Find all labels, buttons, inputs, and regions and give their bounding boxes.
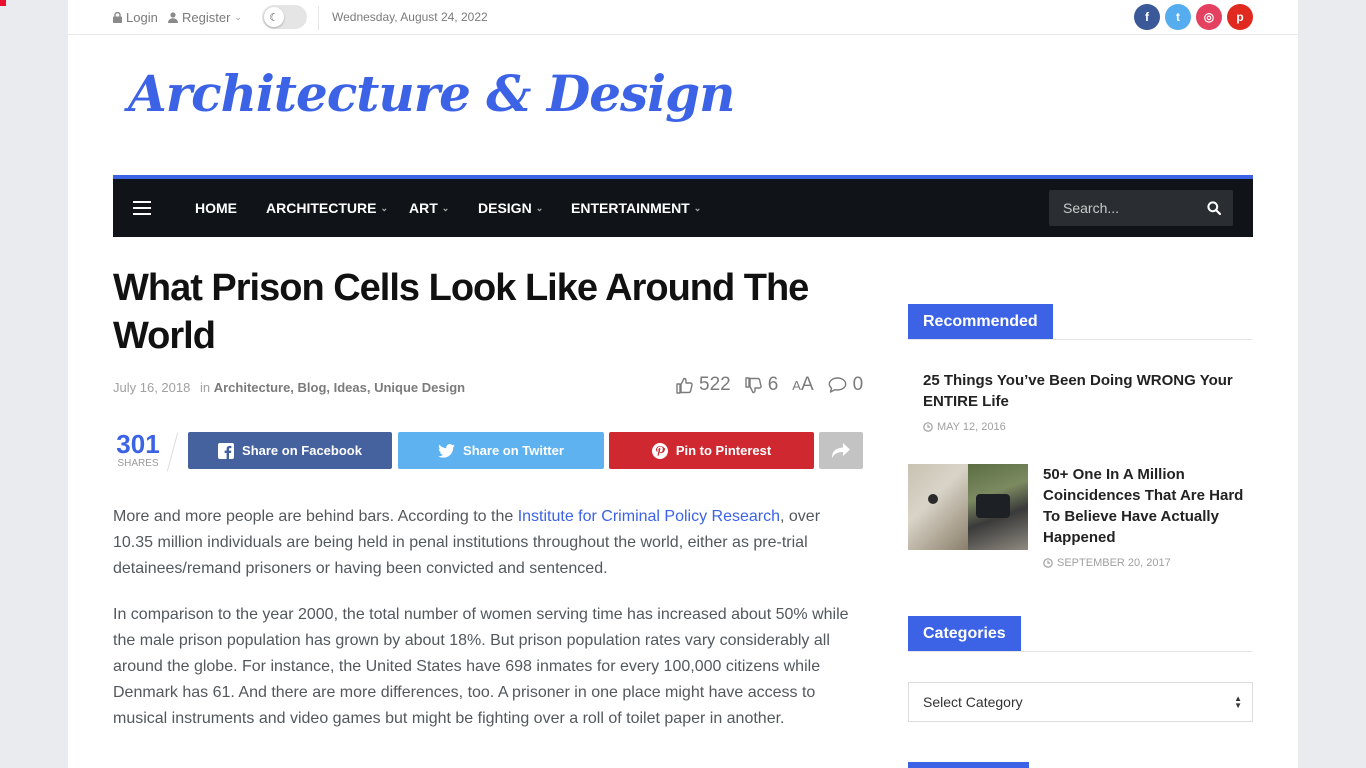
nav-item-label: HOME — [195, 200, 237, 216]
recommended-post-1-title[interactable]: 25 Things You’ve Been Doing WRONG Your E… — [923, 370, 1243, 412]
nav-item-label: ENTERTAINMENT — [571, 200, 690, 216]
moon-icon: ☾ — [264, 7, 284, 27]
paragraph-1-start: More and more people are behind bars. Ac… — [113, 508, 518, 525]
search-input[interactable] — [1049, 190, 1199, 226]
page-container: Login Register ⌄ ☾ Wednesday, August 24,… — [68, 0, 1298, 768]
nav-item-design[interactable]: DESIGN ⌄ — [478, 200, 543, 216]
register-link[interactable]: Register ⌄ — [168, 10, 242, 25]
category-select[interactable]: Select Category ▲ ▼ — [908, 682, 1253, 722]
facebook-icon — [218, 442, 235, 459]
nav-item-label: ART — [409, 200, 438, 216]
share-twitter-button[interactable]: Share on Twitter — [398, 432, 604, 469]
pinterest-icon — [651, 442, 668, 459]
font-size-toggle[interactable]: AA — [792, 374, 813, 396]
comment-icon — [828, 377, 847, 393]
lock-icon — [113, 12, 122, 23]
hamburger-menu-icon[interactable] — [133, 201, 151, 215]
corner-marker — [0, 0, 6, 6]
recommended-post-1-date: MAY 12, 2016 — [923, 421, 1006, 433]
chevron-down-icon: ⌄ — [234, 12, 242, 22]
share-divider — [166, 432, 179, 472]
thumbs-up-icon — [676, 377, 693, 394]
top-bar: Login Register ⌄ ☾ Wednesday, August 24,… — [68, 0, 1298, 35]
share-arrow-icon — [832, 443, 850, 458]
dark-mode-toggle[interactable]: ☾ — [262, 5, 307, 29]
recommended-post-2-thumbnail[interactable] — [908, 464, 1028, 550]
category-select-value: Select Category — [923, 694, 1023, 710]
nav-item-entertainment[interactable]: ENTERTAINMENT ⌄ — [571, 200, 701, 216]
facebook-social-icon[interactable]: f — [1134, 4, 1160, 30]
article-title: What Prison Cells Look Like Around The W… — [113, 267, 809, 357]
nav-item-architecture[interactable]: ARCHITECTURE ⌄ — [266, 200, 388, 216]
recommended-post-2-date: SEPTEMBER 20, 2017 — [1043, 557, 1171, 569]
recommended-title: Recommended — [908, 304, 1053, 339]
recommended-post-2-date-text: SEPTEMBER 20, 2017 — [1057, 557, 1171, 569]
chevron-down-icon: ⌄ — [380, 202, 388, 213]
main-navigation: HOME ARCHITECTURE ⌄ ART ⌄ DESIGN ⌄ ENTERTAINMEN… — [113, 175, 1253, 237]
share-counter: 301 SHARES — [113, 430, 163, 469]
likes-count: 522 — [699, 374, 731, 395]
dislike-button[interactable]: 6 — [745, 374, 779, 396]
article-stats: 522 6 AA 0 — [676, 374, 863, 396]
share-facebook-button[interactable]: Share on Facebook — [188, 432, 392, 469]
article-categories[interactable]: Architecture, Blog, Ideas, Unique Design — [214, 380, 465, 395]
nav-item-label: DESIGN — [478, 200, 532, 216]
share-pinterest-button[interactable]: Pin to Pinterest — [609, 432, 814, 469]
comments-count: 0 — [852, 374, 864, 395]
search-box — [1049, 190, 1233, 226]
clock-icon — [1043, 558, 1053, 568]
thumbnail-left-image — [908, 464, 968, 550]
comments-link[interactable]: 0 — [828, 374, 864, 396]
register-label: Register — [182, 10, 231, 25]
chevron-down-icon: ⌄ — [441, 202, 450, 213]
topbar-divider — [318, 6, 319, 30]
twitter-social-icon[interactable]: t — [1165, 4, 1191, 30]
share-pinterest-label: Pin to Pinterest — [675, 443, 772, 458]
twitter-icon — [438, 443, 455, 458]
nav-item-home[interactable]: HOME — [195, 200, 237, 216]
share-count-label: SHARES — [117, 458, 159, 469]
recommended-post-2-title[interactable]: 50+ One In A Million Coincidences That A… — [1043, 464, 1258, 548]
nav-item-art[interactable]: ART ⌄ — [409, 200, 449, 216]
icpr-link[interactable]: Institute for Criminal Policy Research — [518, 508, 780, 525]
meta-in: in — [199, 380, 211, 395]
login-label: Login — [126, 10, 158, 25]
instagram-social-icon[interactable]: ◎ — [1196, 4, 1222, 30]
like-button[interactable]: 522 — [676, 374, 731, 396]
login-link[interactable]: Login — [113, 10, 158, 25]
share-twitter-label: Share on Twitter — [463, 443, 564, 458]
categories-widget-header: Categories — [908, 616, 1253, 652]
search-icon[interactable] — [1207, 201, 1221, 215]
select-arrows-icon: ▲ ▼ — [1234, 694, 1242, 710]
pinterest-social-icon[interactable]: p — [1227, 4, 1253, 30]
recommended-post-1-date-text: MAY 12, 2016 — [937, 421, 1006, 433]
font-size-label: A — [800, 374, 814, 395]
user-icon — [168, 12, 178, 23]
share-count-number: 301 — [116, 429, 160, 459]
share-facebook-label: Share on Facebook — [242, 443, 362, 458]
article-meta: July 16, 2018 in Architecture, Blog, Ide… — [113, 380, 465, 395]
recommended-widget-header: Recommended — [908, 304, 1253, 340]
paragraph-1: More and more people are behind bars. Ac… — [113, 504, 863, 582]
clock-icon — [923, 422, 933, 432]
chevron-down-icon: ⌄ — [693, 202, 702, 213]
site-logo[interactable]: Architecture & Design — [128, 64, 735, 123]
dislikes-count: 6 — [767, 374, 779, 395]
thumbnail-right-image — [968, 464, 1028, 550]
next-widget-header — [908, 762, 1029, 768]
categories-title: Categories — [908, 616, 1021, 651]
nav-item-label: ARCHITECTURE — [266, 200, 377, 216]
article-date: July 16, 2018 — [113, 380, 191, 395]
font-size-icon: A — [792, 377, 801, 393]
chevron-down-icon: ⌄ — [535, 202, 544, 213]
current-date: Wednesday, August 24, 2022 — [332, 10, 488, 24]
paragraph-2: In comparison to the year 2000, the tota… — [113, 606, 849, 727]
thumbs-down-icon — [745, 376, 762, 393]
share-more-button[interactable] — [819, 432, 863, 469]
